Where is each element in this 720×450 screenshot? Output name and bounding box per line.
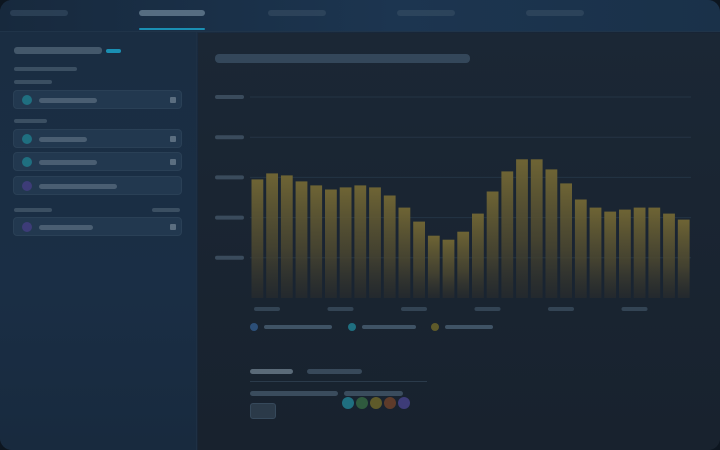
status-dot-icon [22,95,32,105]
legend-swatch [250,323,258,331]
chart-bar[interactable] [369,187,381,298]
app-window [0,0,720,450]
chart-bar[interactable] [604,211,617,298]
y-tick-label [215,95,244,99]
status-dot-icon [22,134,32,144]
chart-bar[interactable] [560,183,572,298]
x-tick-label [327,307,354,311]
status-dot-icon [22,222,32,232]
legend-label [362,325,416,329]
apply-button[interactable] [250,403,276,419]
nav-tab-2[interactable] [139,10,205,16]
tab-secondary[interactable] [307,369,362,374]
sidebar-item-1[interactable] [13,90,182,109]
field-label-2 [344,391,403,396]
legend-label [445,325,493,329]
chart-bar[interactable] [398,207,411,298]
chart-bar[interactable] [574,199,587,299]
chart-bar[interactable] [266,173,278,298]
y-tick-label [215,215,244,220]
color-swatch-green[interactable] [356,397,368,409]
color-swatch-brown[interactable] [384,397,396,409]
chart-bar[interactable] [251,179,264,298]
item-menu-icon[interactable] [170,159,176,165]
chart-bar[interactable] [354,185,367,298]
sidebar-item-2[interactable] [13,129,182,148]
chart-bar[interactable] [413,221,425,298]
chart-bar[interactable] [633,207,646,298]
chart-bar[interactable] [295,181,308,298]
active-tab-indicator [139,28,205,30]
section-action-link[interactable] [152,208,180,212]
status-dot-icon [22,181,32,191]
chart-bar[interactable] [325,189,337,299]
status-dot-icon [22,157,32,167]
nav-tab-4[interactable] [397,10,455,16]
sidebar-title-badge [106,49,121,53]
item-menu-icon[interactable] [170,97,176,103]
chart-bar[interactable] [486,191,499,299]
chart-bar[interactable] [677,219,690,298]
color-swatch-teal[interactable] [342,397,354,409]
sidebar-subtitle [14,67,77,71]
sidebar [0,32,197,450]
chart-bar[interactable] [442,239,455,298]
sidebar-item-5[interactable] [13,217,182,236]
chart-bar[interactable] [339,187,352,298]
sidebar-title [14,47,102,54]
chart-bar[interactable] [589,207,602,298]
section-label-3 [14,208,52,212]
chart-bar[interactable] [545,169,558,298]
item-menu-icon[interactable] [170,136,176,142]
sidebar-item-label [39,160,97,165]
chart-bar[interactable] [501,171,514,298]
x-tick-label [621,307,648,311]
x-tick-label [474,307,501,311]
tab-primary[interactable] [250,369,293,374]
sidebar-item-label [39,98,97,103]
chart-bar[interactable] [280,175,293,298]
bar-chart [215,95,691,311]
legend-swatch [348,323,356,331]
x-tick-label [548,307,574,311]
chart-bar[interactable] [530,159,543,298]
tab-divider [250,381,427,382]
sidebar-item-3[interactable] [13,152,182,171]
y-tick-label [215,135,244,140]
chart-bar[interactable] [427,235,440,298]
y-tick-label [215,175,244,180]
color-swatch-purple[interactable] [398,397,410,409]
chart-bar[interactable] [310,185,323,298]
main-content [198,33,720,450]
legend-label [264,325,332,329]
chart-bar[interactable] [619,209,631,298]
sidebar-item-label [39,137,87,142]
nav-tab-5[interactable] [526,10,584,16]
x-tick-label [401,307,427,311]
sidebar-item-label [39,184,117,189]
color-swatch-olive[interactable] [370,397,382,409]
chart-bar[interactable] [383,195,396,299]
section-label-2 [14,119,47,123]
sidebar-item-4[interactable] [13,176,182,195]
item-menu-icon[interactable] [170,224,176,230]
nav-tab-3[interactable] [268,10,326,16]
chart-bar[interactable] [472,213,484,298]
chart-bar[interactable] [663,213,675,298]
chart-bar[interactable] [648,207,661,298]
chart-bar[interactable] [516,159,528,298]
section-label-1 [14,80,52,84]
legend-swatch [431,323,439,331]
nav-tab-1[interactable] [10,10,68,16]
top-navigation [0,0,720,32]
x-tick-label [254,307,280,311]
y-tick-label [215,255,244,260]
field-label-1 [250,391,338,396]
chart-bar[interactable] [457,231,470,298]
sidebar-item-label [39,225,93,230]
